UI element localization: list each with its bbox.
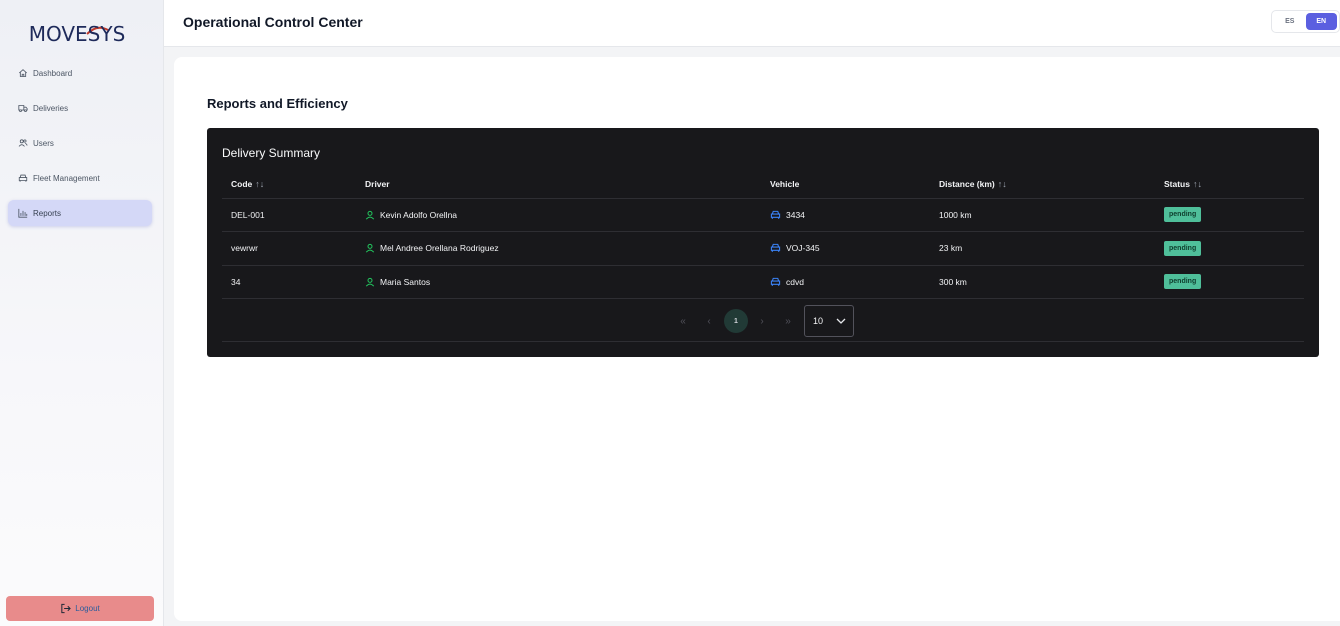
page-title: Operational Control Center (183, 14, 363, 30)
page-size-select[interactable]: 10 (804, 305, 854, 337)
language-es-button[interactable]: ES (1274, 13, 1306, 30)
status-badge: pending (1164, 240, 1202, 256)
table-row[interactable]: vewrwr Mel Andree Orellana Rodriguez VOJ… (222, 231, 1304, 266)
sidebar-item-dashboard[interactable]: Dashboard (8, 60, 152, 86)
logout-label: Logout (75, 604, 100, 613)
delivery-table: Code ↑↓ Driver Vehicle Distance (km) ↑↓ St… (222, 171, 1304, 299)
sidebar-item-label: Deliveries (33, 103, 69, 113)
driver-name: Mel Andree Orellana Rodriguez (380, 243, 499, 254)
status-badge: pending (1164, 274, 1202, 290)
page-1-button[interactable]: 1 (724, 309, 748, 333)
user-icon (365, 277, 375, 287)
table-title: Delivery Summary (222, 146, 321, 160)
sidebar-item-label: Users (33, 138, 54, 148)
cell-driver: Maria Santos (356, 265, 761, 299)
home-icon (18, 69, 28, 77)
car-icon (770, 277, 781, 286)
logout-button[interactable]: Logout (6, 596, 154, 621)
chevron-down-icon (836, 318, 846, 324)
user-icon (365, 210, 375, 220)
column-header-status[interactable]: Status ↑↓ (1155, 171, 1304, 199)
pagination: « ‹ 1 › » 10 (222, 300, 1304, 342)
column-label: Distance (km) (939, 179, 995, 190)
last-page-button[interactable]: » (778, 311, 798, 331)
column-label: Vehicle (770, 179, 800, 190)
cell-vehicle: 3434 (761, 198, 930, 232)
next-page-button[interactable]: › (752, 311, 772, 331)
previous-page-button[interactable]: ‹ (699, 311, 719, 331)
column-header-code[interactable]: Code ↑↓ (222, 171, 356, 199)
column-header-distance[interactable]: Distance (km) ↑↓ (930, 171, 1155, 199)
column-header-driver: Driver (356, 171, 761, 199)
car-icon (770, 244, 781, 253)
table-row[interactable]: 34 Maria Santos cdvd 300 km pending (222, 265, 1304, 299)
top-header: Operational Control Center ES EN (164, 0, 1340, 47)
first-page-button[interactable]: « (673, 311, 693, 331)
column-label: Code (231, 179, 253, 190)
column-label: Driver (365, 179, 390, 190)
cell-distance: 23 km (930, 231, 1155, 266)
cell-vehicle: VOJ-345 (761, 231, 930, 266)
sidebar: MOVESYS Dashboard Deliveries Users Fleet… (0, 0, 164, 626)
sidebar-item-reports[interactable]: Reports (8, 200, 152, 226)
status-badge: pending (1164, 207, 1202, 223)
main-content: Reports and Efficiency Delivery Summary … (174, 57, 1340, 621)
logout-icon (61, 603, 72, 614)
cell-code: vewrwr (222, 231, 356, 266)
sidebar-item-label: Reports (33, 208, 62, 218)
driver-name: Kevin Adolfo Orellna (380, 209, 458, 220)
users-icon (18, 139, 28, 147)
cell-status: pending (1155, 231, 1304, 266)
sidebar-item-fleet-management[interactable]: Fleet Management (8, 165, 152, 191)
sort-icon[interactable]: ↑↓ (255, 179, 264, 189)
logo-text: MOVESYS (28, 22, 126, 46)
cell-status: pending (1155, 265, 1304, 299)
sidebar-item-users[interactable]: Users (8, 130, 152, 156)
delivery-summary-card: Delivery Summary Code ↑↓ Driver Vehicle D… (207, 128, 1319, 357)
section-title: Reports and Efficiency (207, 96, 348, 111)
movesys-logo[interactable]: MOVESYS (0, 22, 154, 50)
sort-icon[interactable]: ↑↓ (1193, 179, 1202, 189)
car-icon (18, 174, 28, 182)
vehicle-id: 3434 (786, 209, 805, 220)
cell-driver: Kevin Adolfo Orellna (356, 198, 761, 232)
sidebar-item-label: Dashboard (33, 68, 73, 78)
cell-status: pending (1155, 198, 1304, 232)
sort-icon[interactable]: ↑↓ (998, 179, 1007, 189)
sidebar-nav: Dashboard Deliveries Users Fleet Managem… (8, 60, 152, 235)
sidebar-item-deliveries[interactable]: Deliveries (8, 95, 152, 121)
cell-distance: 1000 km (930, 198, 1155, 232)
car-icon (770, 210, 781, 219)
vehicle-id: VOJ-345 (786, 243, 820, 254)
table-header-row: Code ↑↓ Driver Vehicle Distance (km) ↑↓ St… (222, 171, 1304, 199)
bar-chart-icon (18, 208, 28, 218)
user-icon (365, 244, 375, 253)
truck-icon (18, 105, 28, 113)
driver-name: Maria Santos (380, 276, 431, 287)
page-size-value: 10 (813, 316, 824, 326)
language-switcher: ES EN (1271, 10, 1340, 33)
language-en-button[interactable]: EN (1305, 13, 1337, 30)
cell-code: DEL-001 (222, 198, 356, 232)
cell-driver: Mel Andree Orellana Rodriguez (356, 231, 761, 266)
column-label: Status (1164, 179, 1190, 190)
vehicle-id: cdvd (786, 276, 804, 287)
table-row[interactable]: DEL-001 Kevin Adolfo Orellna 3434 1000 k… (222, 198, 1304, 232)
cell-vehicle: cdvd (761, 265, 930, 299)
cell-distance: 300 km (930, 265, 1155, 299)
cell-code: 34 (222, 265, 356, 299)
sidebar-item-label: Fleet Management (33, 173, 100, 183)
column-header-vehicle: Vehicle (761, 171, 930, 199)
